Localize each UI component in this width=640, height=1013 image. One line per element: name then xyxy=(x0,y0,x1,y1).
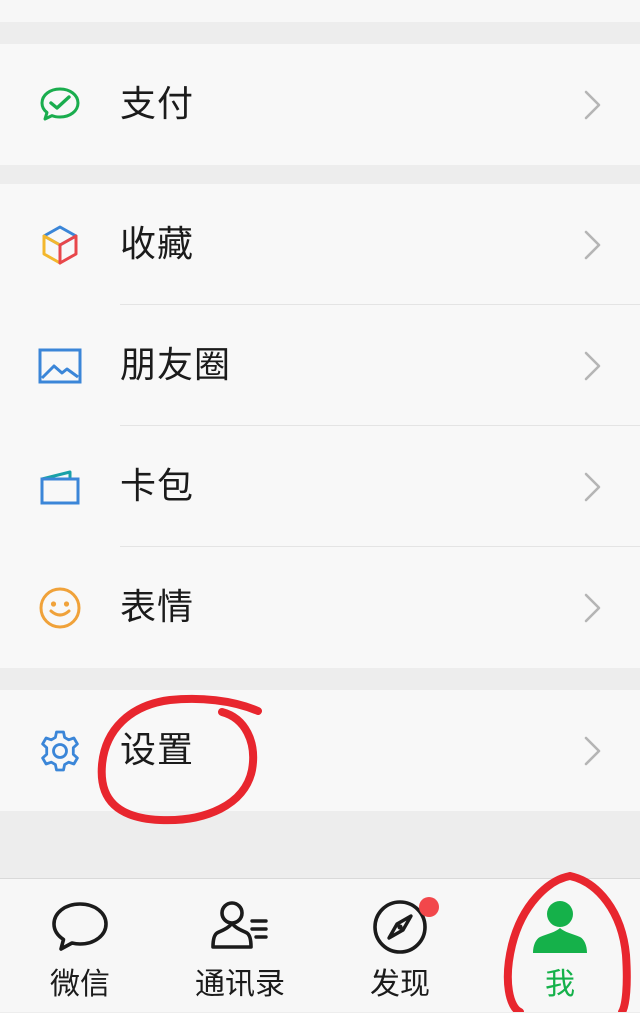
settings-group: 设置 xyxy=(0,690,640,811)
menu-item-cards[interactable]: 卡包 xyxy=(0,426,640,547)
tab-label: 发现 xyxy=(370,967,430,1002)
chevron-right-icon xyxy=(582,88,604,122)
top-strip xyxy=(0,0,640,22)
menu-item-moments[interactable]: 朋友圈 xyxy=(0,305,640,426)
chevron-right-icon xyxy=(582,591,604,625)
menu-item-settings[interactable]: 设置 xyxy=(0,690,640,811)
contacts-icon xyxy=(208,895,272,959)
bottom-tab-bar: 微信 通讯录 发现 我 xyxy=(0,878,640,1012)
image-icon xyxy=(36,342,84,390)
menu-item-stickers[interactable]: 表情 xyxy=(0,547,640,668)
person-icon xyxy=(528,895,592,959)
menu-item-favorites[interactable]: 收藏 xyxy=(0,184,640,305)
notification-dot xyxy=(419,897,439,917)
menu-item-pay[interactable]: 支付 xyxy=(0,44,640,165)
tab-label: 通讯录 xyxy=(195,967,285,1002)
chevron-right-icon xyxy=(582,349,604,383)
wallet-icon xyxy=(36,463,84,511)
cube-icon xyxy=(36,221,84,269)
tab-label: 微信 xyxy=(50,967,110,1002)
menu-item-label: 表情 xyxy=(120,586,195,628)
smiley-icon xyxy=(36,584,84,632)
chat-bubble-icon xyxy=(48,895,112,959)
tab-discover[interactable]: 发现 xyxy=(320,879,480,1013)
tab-me[interactable]: 我 xyxy=(480,879,640,1013)
chevron-right-icon xyxy=(582,470,604,504)
gear-icon xyxy=(36,727,84,775)
menu-item-label: 朋友圈 xyxy=(120,344,232,386)
tab-label: 我 xyxy=(545,967,575,1002)
chevron-right-icon xyxy=(582,228,604,262)
wechat-pay-icon xyxy=(36,81,84,129)
tab-contacts[interactable]: 通讯录 xyxy=(160,879,320,1013)
menu-item-label: 收藏 xyxy=(120,223,195,265)
menu-item-label: 支付 xyxy=(120,83,195,125)
chevron-right-icon xyxy=(582,734,604,768)
menu-item-label: 卡包 xyxy=(120,465,195,507)
menu-item-label: 设置 xyxy=(120,729,195,771)
features-group: 收藏 朋友圈 卡包 表情 xyxy=(0,184,640,668)
pay-group: 支付 xyxy=(0,44,640,165)
tab-chats[interactable]: 微信 xyxy=(0,879,160,1013)
